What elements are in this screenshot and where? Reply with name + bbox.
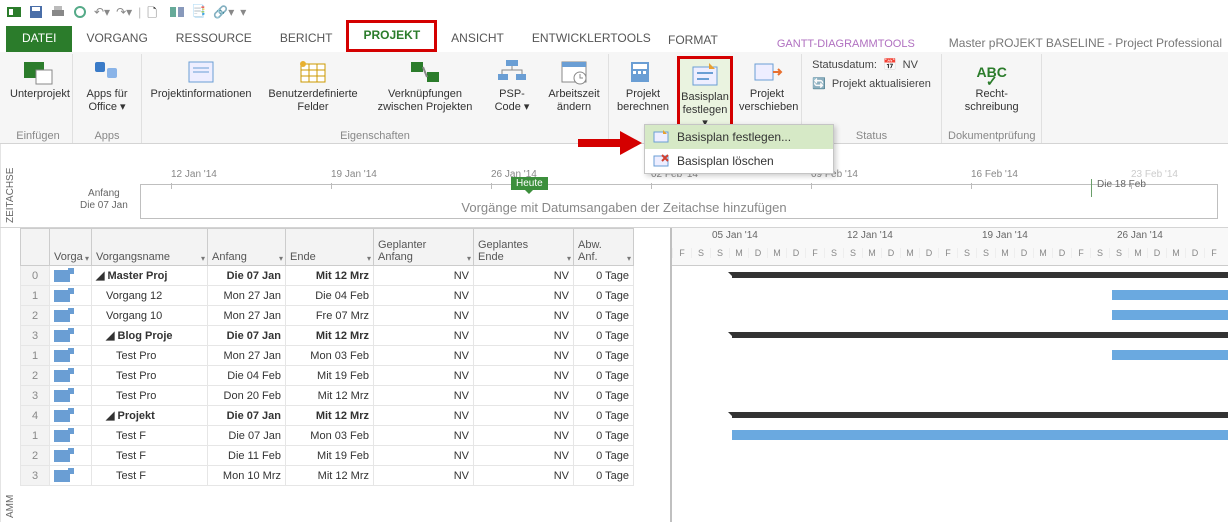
redo-icon[interactable]: ↷▾ [116,5,132,19]
grid-header: Vorga▾ Vorgangsname▾ Anfang▾ Ende▾ Gepla… [20,228,670,266]
gantt-task-bar[interactable] [1112,350,1228,360]
calendar-icon: 📅 [883,58,897,71]
link-icon[interactable]: 🔗▾ [213,5,234,19]
clear-baseline-icon [653,153,669,169]
timeline-placeholder: Vorgänge mit Datumsangaben der Zeitachse… [461,200,786,215]
refresh-icon: 🔄 [812,77,826,90]
statusdatum-value[interactable]: NV [903,59,918,71]
basisplan-dropdown: Basisplan festlegen... Basisplan löschen [644,124,834,174]
btn-apps[interactable]: Apps für Office ▾ [79,56,135,114]
task-indicator-icon [54,350,70,362]
gantt-summary-bar[interactable] [732,412,1228,418]
timeline-tick: 12 Jan '14 [171,169,217,180]
gantt-chart[interactable]: 05 Jan '14 12 Jan '14 19 Jan '14 26 Jan … [670,228,1228,522]
btn-projekt-berechnen[interactable]: Projekt berechnen [615,56,671,114]
table-row[interactable]: 1Test FDie 07 JanMon 03 FebNVNV0 Tage [20,426,670,446]
gantt-summary-bar[interactable] [732,272,1228,278]
tab-ressource[interactable]: RESSOURCE [162,26,266,52]
window-title: Master pROJEKT BASELINE - Project Profes… [939,36,1222,52]
menu-basisplan-festlegen[interactable]: Basisplan festlegen... [645,125,833,149]
task-indicator-icon [54,310,70,322]
table-row[interactable]: 0◢ Master ProjDie 07 JanMit 12 MrzNVNV0 … [20,266,670,286]
statusdatum-row: Statusdatum: 📅 NV [812,56,918,73]
tab-projekt[interactable]: PROJEKT [346,20,437,52]
table-row[interactable]: 1Vorgang 12Mon 27 JanDie 04 FebNVNV0 Tag… [20,286,670,306]
undo-icon[interactable]: ↶▾ [94,5,110,19]
task-indicator-icon [54,330,70,342]
btn-basisplan-festlegen[interactable]: Basisplan festlegen ▾ [677,56,733,134]
gantt-summary-bar[interactable] [732,332,1228,338]
timeline-tick: 19 Jan '14 [331,169,377,180]
table-row[interactable]: 3◢ Blog ProjeDie 07 JanMit 12 MrzNVNV0 T… [20,326,670,346]
table-row[interactable]: 2Test ProDie 04 FebMit 19 FebNVNV0 Tage [20,366,670,386]
gantt-task-bar[interactable] [1112,290,1228,300]
timeline-end-marker [1091,179,1092,197]
sync-icon[interactable] [72,4,88,20]
timeline-anfang: AnfangDie 07 Jan [80,188,128,212]
group-einfuegen-label: Einfügen [10,128,66,143]
task-indicator-icon [54,290,70,302]
group-apps-label: Apps [79,128,135,143]
btn-benutzerfelder[interactable]: Benutzerdefinierte Felder [260,56,366,114]
table-row[interactable]: 3Test ProDon 20 FebMit 12 MrzNVNV0 Tage [20,386,670,406]
timeline-tick: 23 Feb '14 [1131,169,1178,180]
table-row[interactable]: 3Test FMon 10 MrzMit 12 MrzNVNV0 Tage [20,466,670,486]
table-row[interactable]: 1Test ProMon 27 JanMon 03 FebNVNV0 Tage [20,346,670,366]
gantt-timescale: 05 Jan '14 12 Jan '14 19 Jan '14 26 Jan … [672,228,1228,266]
sheet-vert-label: AMM [0,228,20,522]
btn-rechtschreibung[interactable]: ABC✓Recht- schreibung [959,56,1025,114]
timeline-tick: 16 Feb '14 [971,169,1018,180]
table-row[interactable]: 4◢ ProjektDie 07 JanMit 12 MrzNVNV0 Tage [20,406,670,426]
group-eigenschaften-label: Eigenschaften [148,128,602,143]
task-indicator-icon [54,270,70,282]
group-dokument-label: Dokumentprüfung [948,128,1035,143]
timeline-ende-label: Die 18 Feb [1097,179,1221,191]
subproject-icon[interactable]: 📑 [191,4,207,20]
btn-projekt-aktualisieren[interactable]: 🔄Projekt aktualisieren [812,75,931,92]
tab-datei[interactable]: DATEI [6,26,72,52]
tab-vorgang[interactable]: VORGANG [72,26,161,52]
annotation-arrow [576,128,646,158]
print-icon[interactable] [50,4,66,20]
menu-basisplan-loeschen[interactable]: Basisplan löschen [645,149,833,173]
btn-unterprojekt[interactable]: Unterprojekt [10,56,66,101]
btn-projektinformationen[interactable]: Projektinformationen [148,56,254,101]
btn-arbeitszeit[interactable]: Arbeitszeit ändern [546,56,602,114]
task-indicator-icon [54,410,70,422]
new-icon[interactable]: 🗋 [147,4,163,20]
task-grid[interactable]: Vorga▾ Vorgangsname▾ Anfang▾ Ende▾ Gepla… [20,228,670,522]
tab-format[interactable]: FORMAT [654,28,732,54]
task-indicator-icon [54,430,70,442]
compare-icon[interactable] [169,4,185,20]
timeline-axis-label: ZEITACHSE [0,144,20,227]
gantt-task-bar[interactable] [732,430,1228,440]
btn-verknuepfungen[interactable]: Verknüpfungen zwischen Projekten [372,56,478,114]
task-indicator-icon [54,390,70,402]
timeline-tick: 26 Jan '14 [491,169,537,180]
table-row[interactable]: 2Vorgang 10Mon 27 JanFre 07 MrzNVNV0 Tag… [20,306,670,326]
tab-ansicht[interactable]: ANSICHT [437,26,518,52]
set-baseline-icon [653,129,669,145]
save-icon[interactable] [28,4,44,20]
quick-access-toolbar: ↶▾ ↷▾ | 🗋 📑 🔗▾ ▾ [0,0,1228,24]
table-row[interactable]: 2Test FDie 11 FebMit 19 FebNVNV0 Tage [20,446,670,466]
task-indicator-icon [54,450,70,462]
btn-projekt-verschieben[interactable]: Projekt verschieben [739,56,795,114]
tab-entwicklertools[interactable]: ENTWICKLERTOOLS [518,26,665,52]
qat-customize-icon[interactable]: ▾ [240,5,246,19]
sheet-area: AMM Vorga▾ Vorgangsname▾ Anfang▾ Ende▾ G… [0,228,1228,522]
task-indicator-icon [54,370,70,382]
contextual-tool-label: GANTT-DIAGRAMMTOOLS [763,33,929,52]
tab-bericht[interactable]: BERICHT [266,26,347,52]
btn-psp-code[interactable]: PSP- Code ▾ [484,56,540,114]
ribbon-tabs: DATEI VORGANG RESSOURCE BERICHT PROJEKT … [0,24,1228,52]
project-app-icon [6,4,22,20]
task-indicator-icon [54,470,70,482]
gantt-task-bar[interactable] [1112,310,1228,320]
